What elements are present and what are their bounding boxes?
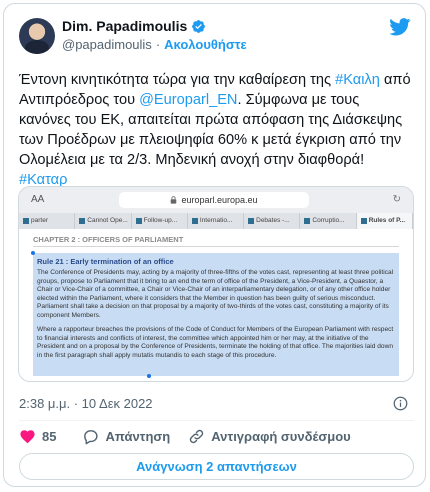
favicon-icon <box>135 218 142 224</box>
tweet-timestamp[interactable]: 2:38 μ.μ. · 10 Δεκ 2022 <box>19 396 153 411</box>
document-page: CHAPTER 2 : OFFICERS OF PARLIAMENT Rule … <box>19 229 413 381</box>
heart-icon <box>20 429 35 443</box>
copy-link-label: Αντιγραφή συνδέσμου <box>211 428 351 444</box>
author-name[interactable]: Dim. Papadimoulis <box>62 18 187 34</box>
author-name-row: Dim. Papadimoulis <box>62 18 206 34</box>
reader-text-size-button: AA <box>31 194 45 205</box>
rule-title: Rule 21 : Early termination of an office <box>37 257 174 266</box>
copy-link-button[interactable]: Αντιγραφή συνδέσμου <box>188 428 351 445</box>
lock-icon <box>171 196 177 204</box>
divider <box>19 420 414 421</box>
favicon-icon <box>304 218 311 224</box>
browser-tab: Follow-up... <box>132 213 188 229</box>
refresh-icon: ↻ <box>392 194 401 205</box>
tweet-text-part-1: Έντονη κινητικότητα τώρα για την καθαίρε… <box>19 72 336 88</box>
browser-tab-active: Rules of P... <box>356 213 413 229</box>
browser-tab: parter <box>19 213 76 229</box>
reply-button[interactable]: Απάντηση <box>82 428 170 445</box>
attached-screenshot[interactable]: AA europarl.europa.eu ↻ parter Cannot Op… <box>18 186 414 382</box>
twitter-bird-icon[interactable] <box>389 18 411 36</box>
separator-dot: · <box>155 37 161 52</box>
follow-button[interactable]: Ακολουθήστε <box>164 37 247 52</box>
reply-label: Απάντηση <box>105 428 171 444</box>
verified-badge-icon <box>192 19 206 33</box>
favicon-icon <box>360 218 367 224</box>
favicon-icon <box>23 218 29 224</box>
info-icon[interactable] <box>393 396 408 411</box>
rule-paragraph: Where a rapporteur breaches the provisio… <box>37 326 394 359</box>
handle-row: @papadimoulis · Ακολουθήστε <box>62 37 247 52</box>
avatar[interactable] <box>19 18 55 54</box>
chapter-heading: CHAPTER 2 : OFFICERS OF PARLIAMENT <box>33 233 399 247</box>
tweet-text: Έντονη κινητικότητα τώρα για την καθαίρε… <box>19 70 414 190</box>
selection-handle-end <box>147 374 151 378</box>
browser-tab: Corruptio... <box>300 213 357 229</box>
favicon-icon <box>248 218 255 224</box>
hashtag-kaili[interactable]: #Καιλη <box>335 72 380 88</box>
favicon-icon <box>191 218 198 224</box>
url-box: europarl.europa.eu <box>119 192 309 208</box>
rule-paragraph: The Conference of Presidents may, acting… <box>37 269 394 319</box>
selection-handle-start <box>31 251 35 255</box>
author-handle[interactable]: @papadimoulis <box>62 37 152 52</box>
tweet-actions: 85 Απάντηση Αντιγραφή συνδέσμου <box>19 426 369 446</box>
like-count: 85 <box>42 428 57 444</box>
link-icon <box>190 429 204 443</box>
browser-address-bar: AA europarl.europa.eu ↻ <box>19 187 413 213</box>
browser-tab: Internatio... <box>188 213 245 229</box>
url-text: europarl.europa.eu <box>181 195 258 205</box>
like-button[interactable]: 85 <box>19 428 64 445</box>
mention-europarl[interactable]: @Europarl_EN <box>139 92 237 108</box>
browser-tab: Cannot Ope... <box>75 213 132 229</box>
browser-tabs: parter Cannot Ope... Follow-up... Intern… <box>19 213 413 229</box>
favicon-icon <box>79 218 86 224</box>
browser-tab: Debates -... <box>244 213 301 229</box>
read-replies-button[interactable]: Ανάγνωση 2 απαντήσεων <box>19 453 414 480</box>
tweet-card: Dim. Papadimoulis @papadimoulis · Ακολου… <box>3 3 426 487</box>
reply-icon <box>84 429 99 444</box>
